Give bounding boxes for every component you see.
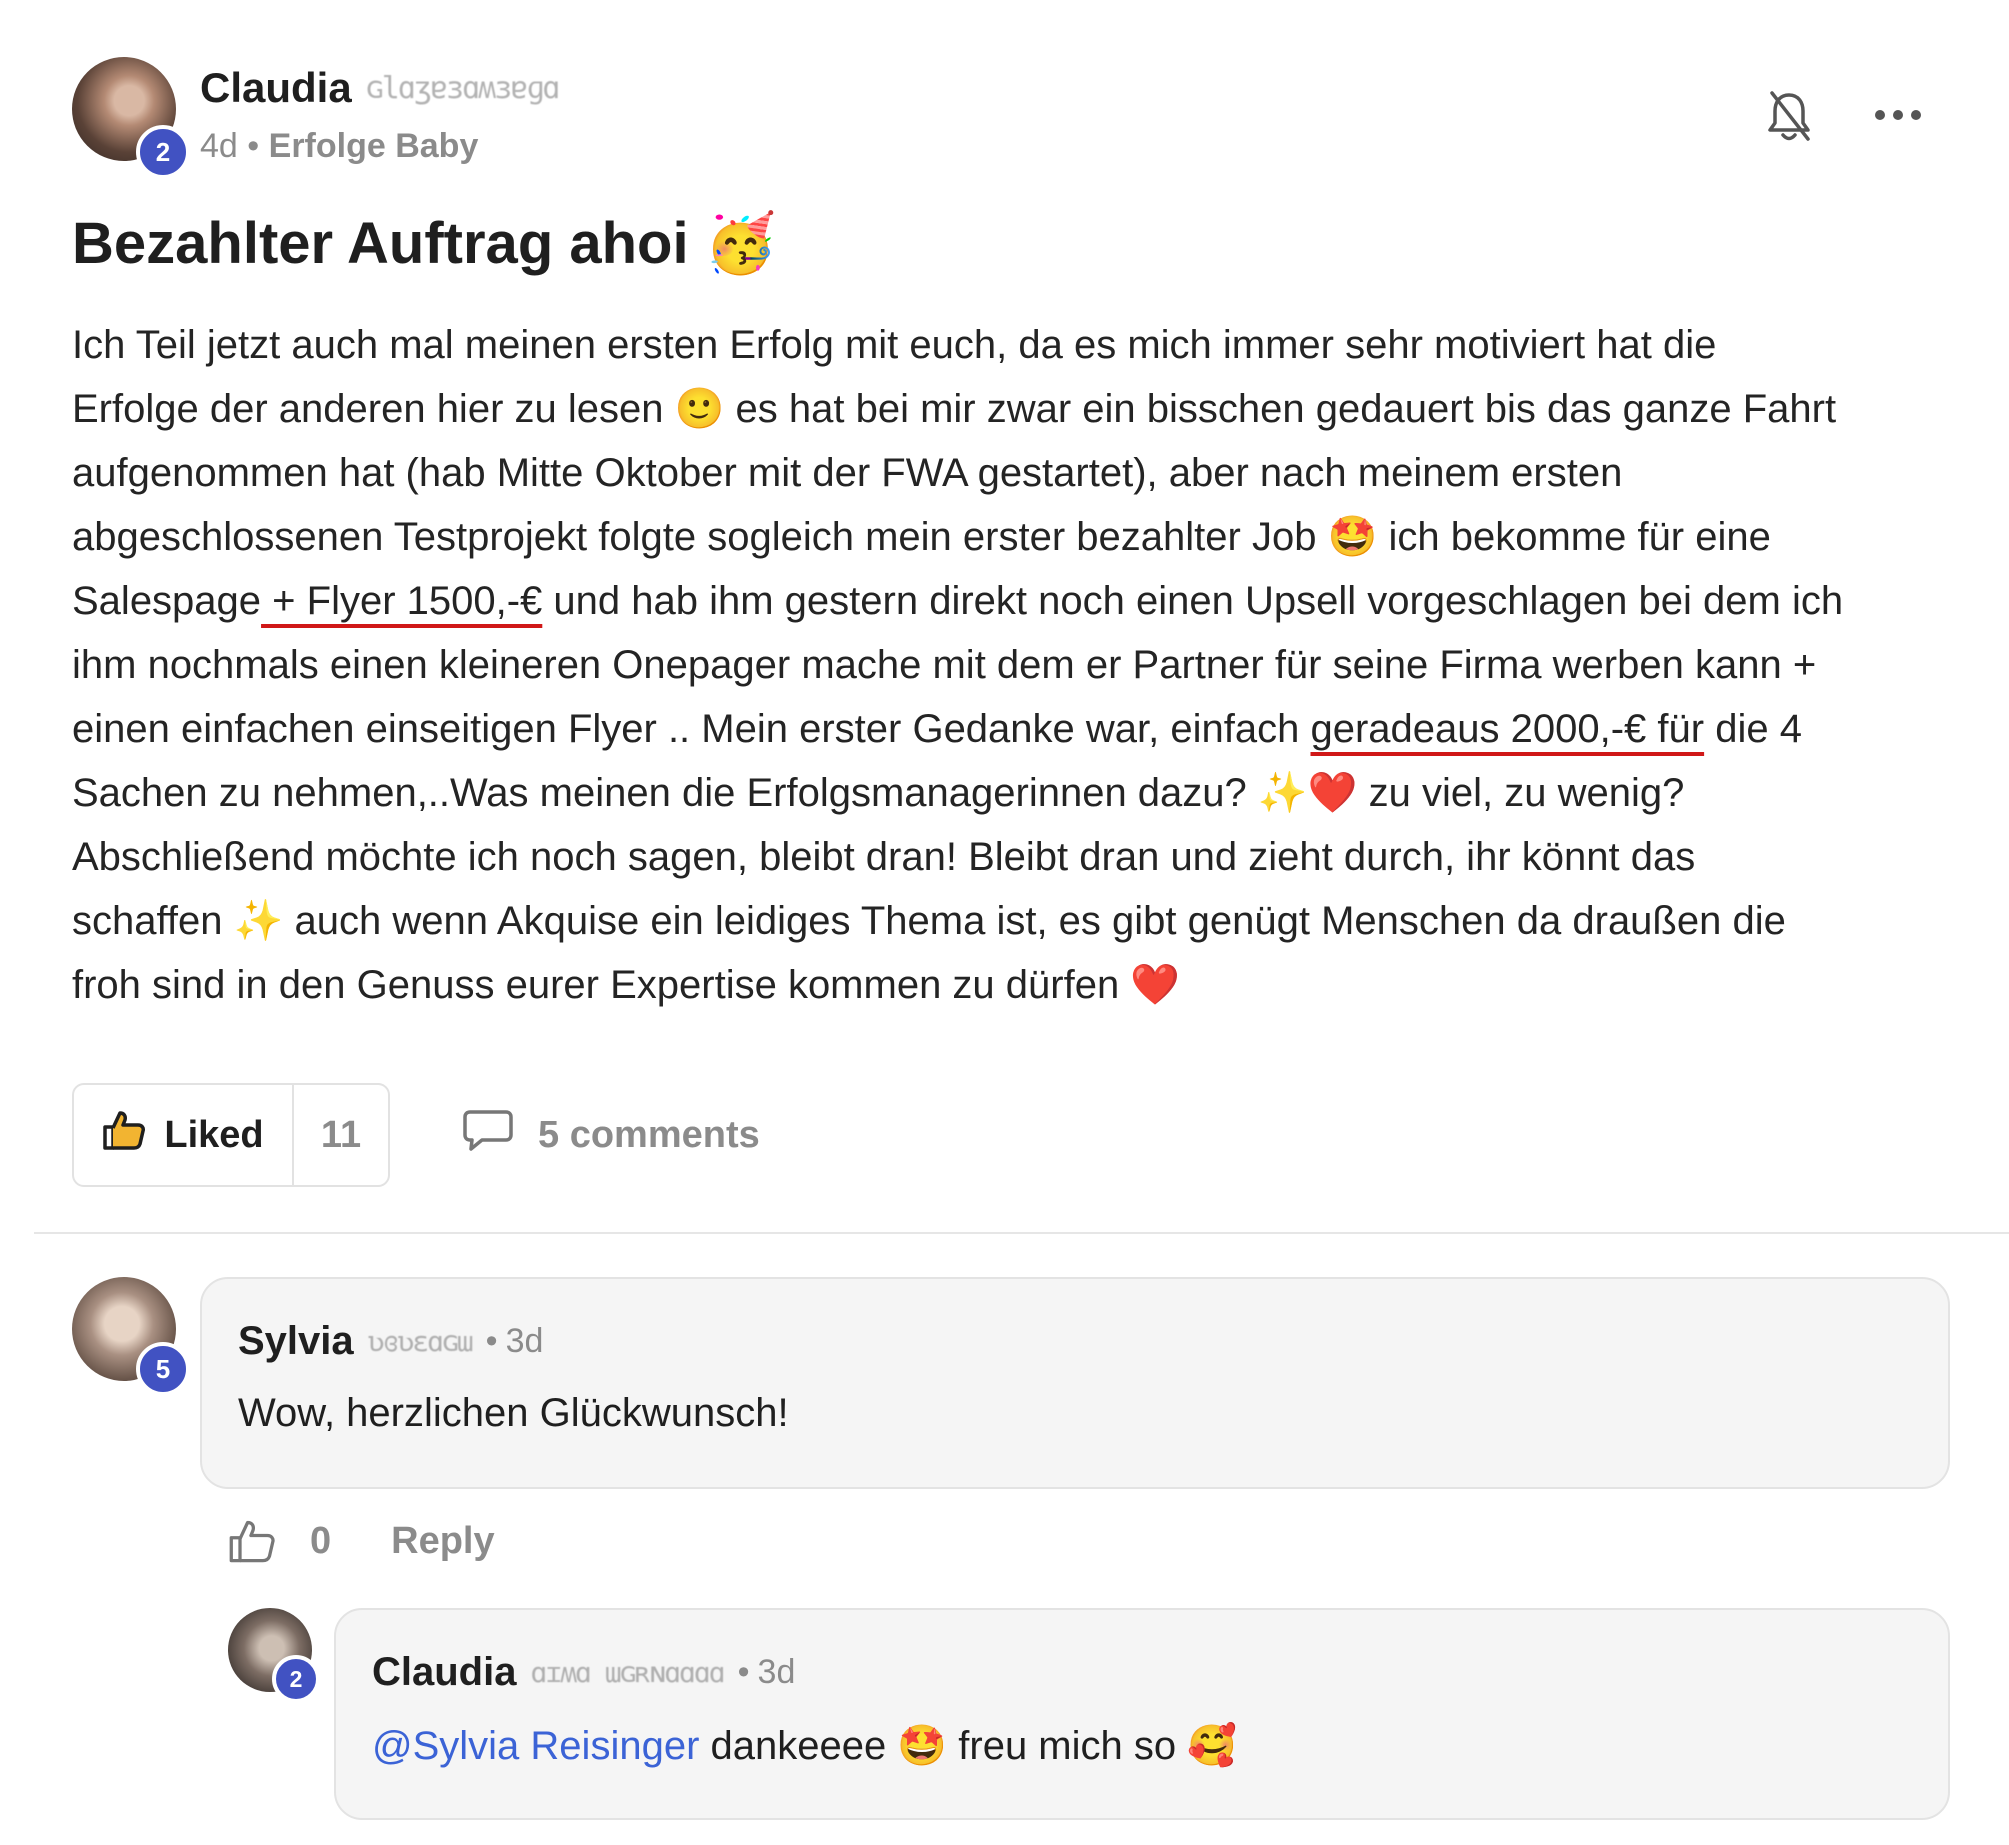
- body-line: schaffen ✨ auch wenn Akquise ein leidige…: [72, 899, 1786, 943]
- comment-actions: 0 Reply: [228, 1518, 495, 1564]
- body-text: einen einfachen einseitigen Flyer .. Mei…: [72, 707, 1311, 751]
- body-text: die 4: [1704, 707, 1802, 751]
- redacted-surname: ɑɪʍɑ ɯɢʀɴɑɑɑɑ: [530, 1656, 725, 1689]
- body-line: Sachen zu nehmen,..Was meinen die Erfolg…: [72, 771, 1685, 815]
- post-author-level-badge: 2: [136, 125, 190, 179]
- body-line: einen einfachen einseitigen Flyer .. Mei…: [72, 697, 1972, 761]
- meta-separator: •: [737, 1653, 750, 1691]
- post-meta: 4d • Erfolge Baby: [200, 127, 478, 166]
- reply-author-level-badge: 2: [272, 1655, 320, 1703]
- thumbs-up-icon: [102, 1109, 146, 1161]
- redacted-surname: ʋɞʋɛɑɢɯ: [367, 1325, 474, 1358]
- comment-bubble: Sylvia ʋɞʋɛɑɢɯ • 3d Wow, herzlichen Glüc…: [200, 1277, 1950, 1489]
- body-line: froh sind in den Genuss eurer Expertise …: [72, 963, 1181, 1007]
- post-title: Bezahlter Auftrag ahoi 🥳: [72, 211, 777, 276]
- reply-button[interactable]: Reply: [391, 1520, 494, 1563]
- highlighted-price: + Flyer 1500,-€: [261, 579, 543, 623]
- body-text: und hab ihm gestern direkt noch einen Up…: [542, 579, 1844, 623]
- comment-author-level-badge: 5: [136, 1342, 190, 1396]
- body-text: Salespage: [72, 579, 262, 623]
- reply-author-name[interactable]: Claudia: [372, 1650, 516, 1695]
- bell-off-icon[interactable]: [1763, 87, 1815, 147]
- body-line: aufgenommen hat (hab Mitte Oktober mit d…: [72, 451, 1623, 495]
- comments-count-label: 5 comments: [538, 1113, 760, 1156]
- user-mention[interactable]: @Sylvia Reisinger: [372, 1724, 699, 1768]
- body-line: Abschließend möchte ich noch sagen, blei…: [72, 835, 1696, 879]
- post-category[interactable]: Erfolge Baby: [269, 127, 479, 165]
- comment-text: Wow, herzlichen Glückwunsch!: [238, 1391, 789, 1435]
- meta-separator: •: [485, 1322, 498, 1360]
- comment-time: 3d: [505, 1322, 544, 1360]
- body-line: Erfolge der anderen hier zu lesen 🙂 es h…: [72, 387, 1837, 431]
- thumbs-up-icon[interactable]: [228, 1518, 276, 1564]
- reply-bubble: Claudia ɑɪʍɑ ɯɢʀɴɑɑɑɑ • 3d @Sylvia Reisi…: [334, 1608, 1950, 1820]
- body-line: Ich Teil jetzt auch mal meinen ersten Er…: [72, 323, 1717, 367]
- like-count[interactable]: 11: [294, 1085, 388, 1185]
- reply-time: 3d: [757, 1653, 796, 1691]
- like-control: Liked 11: [72, 1083, 390, 1187]
- body-line: Salespage + Flyer 1500,-€ und hab ihm ge…: [72, 569, 1972, 633]
- post-author-name[interactable]: Claudia: [200, 64, 352, 112]
- comments-button[interactable]: 5 comments: [462, 1108, 760, 1162]
- redacted-surname: ɢlɑʒɐɜɑʍɜɐɡɑ: [365, 70, 561, 106]
- body-line: abgeschlossenen Testprojekt folgte sogle…: [72, 515, 1771, 559]
- highlighted-price: geradeaus 2000,-€ für: [1310, 707, 1705, 751]
- more-icon[interactable]: [1870, 100, 1926, 130]
- like-button[interactable]: Liked: [74, 1085, 294, 1185]
- reply-message: dankeeee 🤩 freu mich so 🥰: [699, 1724, 1238, 1768]
- comment-author-name[interactable]: Sylvia: [238, 1319, 354, 1364]
- section-divider: [34, 1232, 2009, 1234]
- comment-icon: [462, 1108, 514, 1162]
- reply-text: @Sylvia Reisinger dankeeee 🤩 freu mich s…: [372, 1722, 1237, 1769]
- body-line: ihm nochmals einen kleineren Onepager ma…: [72, 643, 1817, 687]
- post-time: 4d: [200, 127, 238, 165]
- like-label: Liked: [164, 1113, 264, 1156]
- meta-separator: •: [247, 127, 260, 165]
- post-body: Ich Teil jetzt auch mal meinen ersten Er…: [72, 313, 1972, 1017]
- comment-like-count: 0: [310, 1519, 332, 1562]
